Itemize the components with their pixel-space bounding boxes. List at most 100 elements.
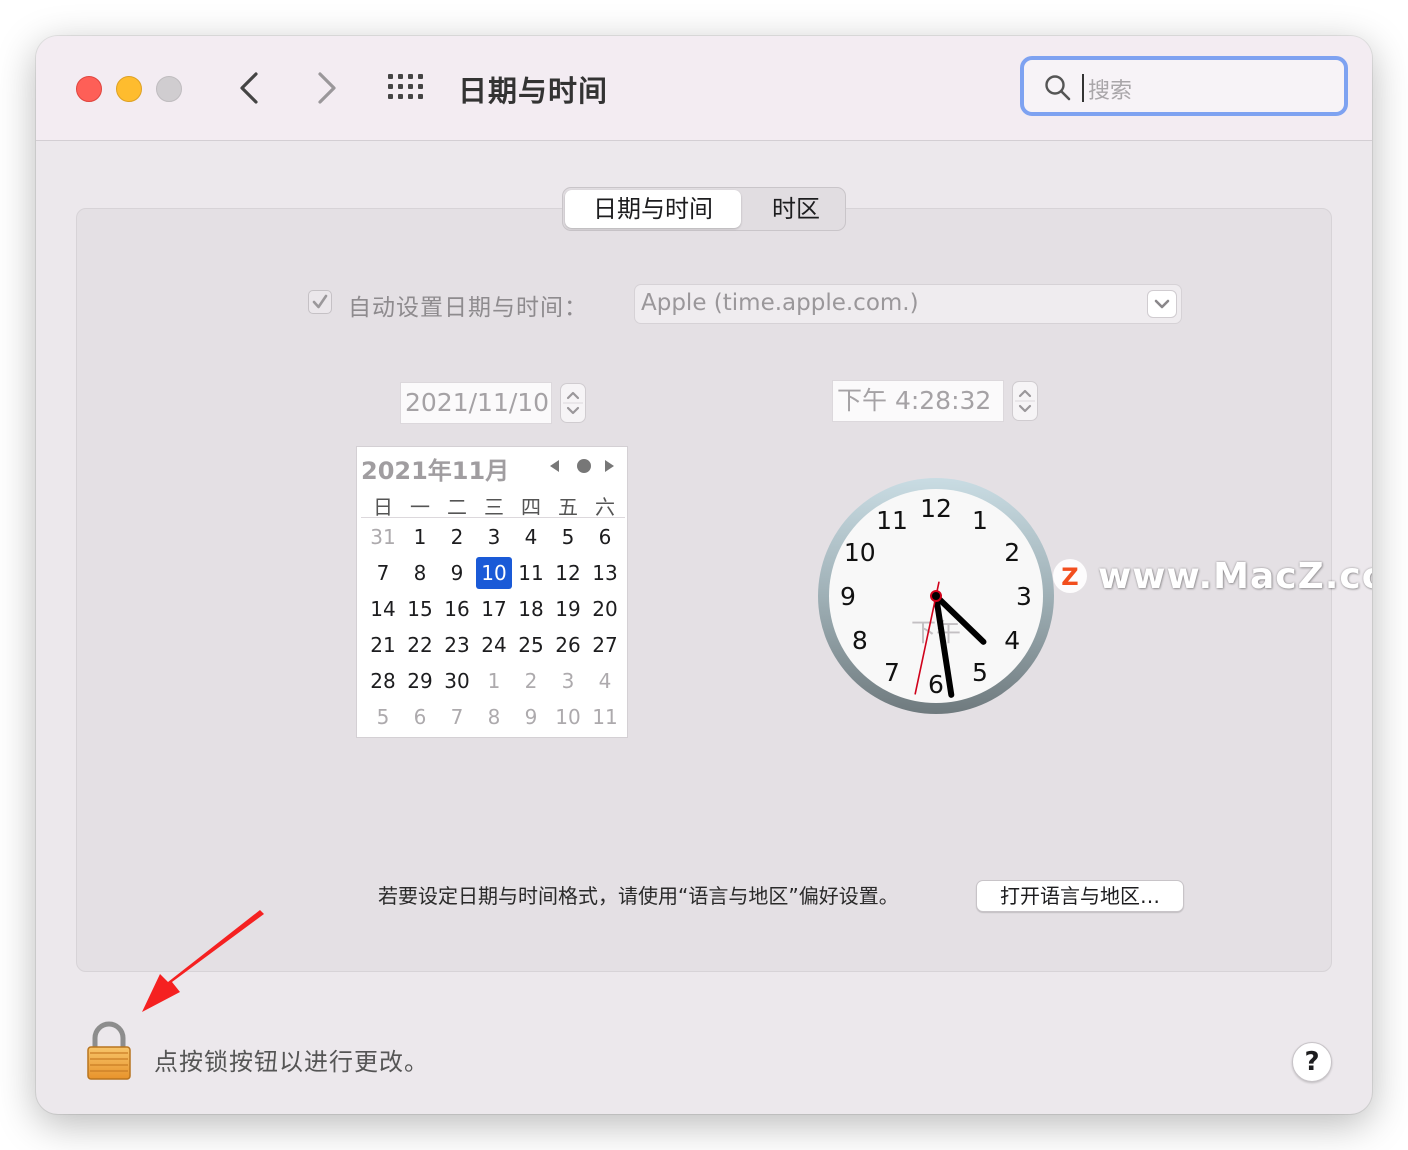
calendar-day[interactable]: 23 xyxy=(439,629,475,661)
help-button[interactable]: ? xyxy=(1292,1042,1332,1082)
search-placeholder: 搜索 xyxy=(1088,79,1133,104)
calendar-day[interactable]: 11 xyxy=(513,557,549,589)
calendar-day[interactable]: 28 xyxy=(365,665,401,697)
calendar-day[interactable]: 24 xyxy=(476,629,512,661)
calendar-day[interactable]: 6 xyxy=(587,521,623,553)
calendar-day[interactable]: 13 xyxy=(587,557,623,589)
calendar-day[interactable]: 7 xyxy=(365,557,401,589)
calendar-day[interactable]: 22 xyxy=(402,629,438,661)
lock-icon[interactable] xyxy=(84,1020,134,1082)
calendar-day[interactable]: 27 xyxy=(587,629,623,661)
date-field[interactable]: 2021/11/10 xyxy=(400,382,552,424)
calendar: 2021年11月 日一二三四五六 31 1 2 3 4 5 6 7 8 9 10 11 12 13 14 15… xyxy=(356,446,628,738)
forward-button[interactable] xyxy=(306,66,346,110)
calendar-day[interactable]: 16 xyxy=(439,593,475,625)
close-button[interactable] xyxy=(76,76,102,102)
watermark-logo: Z xyxy=(1053,559,1087,593)
calendar-day[interactable]: 8 xyxy=(476,701,512,733)
calendar-day[interactable]: 6 xyxy=(402,701,438,733)
calendar-weekday: 六 xyxy=(595,495,615,519)
calendar-day[interactable]: 18 xyxy=(513,593,549,625)
calendar-month-title: 2021年11月 xyxy=(361,457,510,485)
calendar-day[interactable]: 19 xyxy=(550,593,586,625)
calendar-day[interactable]: 17 xyxy=(476,593,512,625)
calendar-day[interactable]: 9 xyxy=(439,557,475,589)
preferences-window: 日期与时间 搜索 日期与时间 时区 自动设置日期与时间： Apple (time… xyxy=(36,36,1372,1114)
calendar-day[interactable]: 10 xyxy=(476,557,512,589)
tab-control: 日期与时间 时区 xyxy=(562,187,846,231)
clock-center-pin xyxy=(930,590,942,602)
calendar-weekday: 三 xyxy=(484,495,504,519)
calendar-day[interactable]: 7 xyxy=(439,701,475,733)
calendar-day[interactable]: 30 xyxy=(439,665,475,697)
arrow-icon xyxy=(142,910,264,1012)
time-server-popup[interactable]: Apple (time.apple.com.) xyxy=(634,284,1182,324)
calendar-day[interactable]: 21 xyxy=(365,629,401,661)
calendar-day[interactable]: 12 xyxy=(550,557,586,589)
chevron-left-icon xyxy=(240,72,258,104)
text-caret xyxy=(1082,74,1084,102)
calendar-day[interactable]: 26 xyxy=(550,629,586,661)
chevron-down-icon xyxy=(1154,299,1170,309)
stepper-icon xyxy=(563,391,583,415)
calendar-day[interactable]: 5 xyxy=(550,521,586,553)
clock-number: 3 xyxy=(1016,582,1032,611)
calendar-weekday: 二 xyxy=(447,495,467,519)
calendar-day[interactable]: 8 xyxy=(402,557,438,589)
lock-hint: 点按锁按钮以进行更改。 xyxy=(154,1048,429,1076)
svg-text:Z: Z xyxy=(1061,563,1078,591)
open-language-region-button[interactable]: 打开语言与地区… xyxy=(976,880,1184,912)
calendar-day[interactable]: 10 xyxy=(550,701,586,733)
back-button[interactable] xyxy=(232,66,272,110)
clock-number: 2 xyxy=(1004,538,1020,567)
format-hint: 若要设定日期与时间格式，请使用“语言与地区”偏好设置。 xyxy=(378,884,899,908)
calendar-day[interactable]: 25 xyxy=(513,629,549,661)
chevron-right-icon xyxy=(318,72,336,104)
clock-number: 12 xyxy=(920,494,952,523)
calendar-day[interactable]: 1 xyxy=(476,665,512,697)
calendar-weekday: 四 xyxy=(521,495,541,519)
calendar-day[interactable]: 9 xyxy=(513,701,549,733)
calendar-day[interactable]: 2 xyxy=(439,521,475,553)
calendar-today-icon xyxy=(577,459,591,473)
clock-ampm: 下午 xyxy=(911,618,961,647)
auto-set-label: 自动设置日期与时间： xyxy=(348,295,588,321)
calendar-prev-icon xyxy=(550,460,559,472)
calendar-day[interactable]: 14 xyxy=(365,593,401,625)
calendar-day[interactable]: 1 xyxy=(402,521,438,553)
calendar-day[interactable]: 31 xyxy=(365,521,401,553)
date-stepper[interactable] xyxy=(560,383,586,423)
tab-date-time[interactable]: 日期与时间 xyxy=(565,190,741,228)
time-field[interactable]: 下午 4:28:32 xyxy=(832,380,1004,422)
minimize-button[interactable] xyxy=(116,76,142,102)
calendar-weekday-row: 日一二三四五六 xyxy=(361,489,625,519)
calendar-day[interactable]: 5 xyxy=(365,701,401,733)
clock-number: 9 xyxy=(840,582,856,611)
calendar-day[interactable]: 29 xyxy=(402,665,438,697)
zoom-button[interactable] xyxy=(156,76,182,102)
clock-number: 7 xyxy=(884,658,900,687)
titlebar: 日期与时间 搜索 xyxy=(36,36,1372,141)
analog-clock: 12 12 3 45678 9 1011 下午 xyxy=(818,478,1054,714)
calendar-day[interactable]: 20 xyxy=(587,593,623,625)
show-all-button[interactable] xyxy=(386,72,426,102)
tab-time-zone[interactable]: 时区 xyxy=(749,190,843,228)
clock-number: 5 xyxy=(972,658,988,687)
time-stepper[interactable] xyxy=(1012,381,1038,421)
calendar-day[interactable]: 15 xyxy=(402,593,438,625)
calendar-nav[interactable] xyxy=(547,457,617,475)
calendar-day[interactable]: 11 xyxy=(587,701,623,733)
popup-chevron xyxy=(1147,290,1177,318)
calendar-weekday: 日 xyxy=(373,495,393,519)
watermark-text: www.MacZ.com xyxy=(1098,556,1372,597)
calendar-day[interactable]: 4 xyxy=(513,521,549,553)
time-server-value: Apple (time.apple.com.) xyxy=(641,290,919,316)
calendar-day[interactable]: 3 xyxy=(476,521,512,553)
calendar-day[interactable]: 2 xyxy=(513,665,549,697)
search-field[interactable]: 搜索 xyxy=(1020,56,1348,116)
calendar-day[interactable]: 4 xyxy=(587,665,623,697)
calendar-weekday: 一 xyxy=(410,495,430,519)
auto-set-checkbox[interactable] xyxy=(308,290,332,314)
clock-number: 4 xyxy=(1004,626,1020,655)
calendar-day[interactable]: 3 xyxy=(550,665,586,697)
